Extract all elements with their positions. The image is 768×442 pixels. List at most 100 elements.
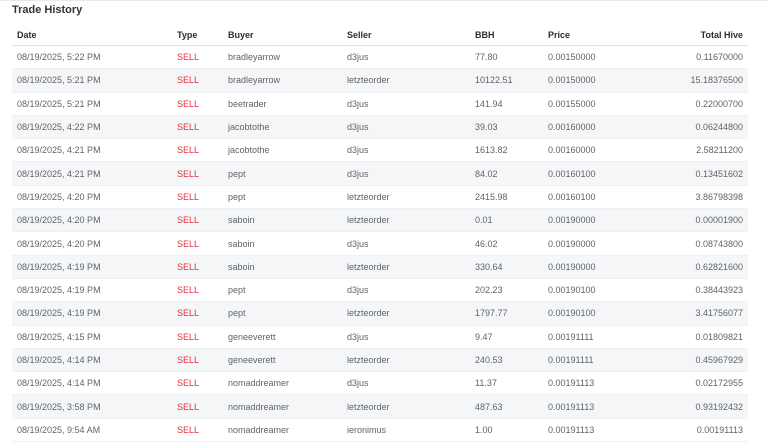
cell-buyer: saboin [223,255,342,279]
cell-date: 08/19/2025, 4:21 PM [12,138,172,163]
cell-bbh: 1613.82 [470,138,543,163]
cell-buyer: beetrader [223,92,342,116]
cell-total-hive: 0.01809821 [635,325,748,349]
table-row: 08/19/2025, 3:58 PM SELL nomaddreamer letzt… [12,394,748,419]
cell-price: 0.00190100 [543,301,635,326]
cell-seller: letzteorder [342,301,470,326]
cell-seller: d3jus [342,278,470,303]
cell-bbh: 9.47 [470,325,543,349]
cell-buyer: bradleyarrow [223,45,342,70]
cell-bbh: 141.94 [470,92,543,116]
cell-buyer: jacobtothe [223,115,342,140]
table-row: 08/19/2025, 4:21 PM SELL jacobtothe d3jus 16… [12,138,748,163]
cell-price: 0.00191113 [543,371,635,396]
cell-total-hive: 0.93192432 [635,394,748,419]
cell-bbh: 77.80 [470,45,543,70]
cell-date: 08/19/2025, 3:58 PM [12,394,172,419]
cell-total-hive: 0.06244800 [635,115,748,140]
cell-date: 08/19/2025, 4:19 PM [12,255,172,279]
table-row: 08/19/2025, 4:19 PM SELL pept d3jus 202.23 0.… [12,278,748,303]
table-row: 08/19/2025, 4:19 PM SELL saboin letzteorder… [12,255,748,279]
trade-history-table: Date Type Buyer Seller BBH Price Total H… [12,24,748,442]
header-row: Date Type Buyer Seller BBH Price Total H… [12,24,748,46]
top-divider [0,0,768,4]
column-header-type: Type [172,24,223,46]
cell-total-hive: 0.02172955 [635,371,748,396]
table-row: 08/19/2025, 5:21 PM SELL bradleyarrow letzt… [12,68,748,93]
table-row: 08/19/2025, 4:15 PM SELL geneeverett d3jus 9… [12,325,748,349]
cell-buyer: jacobtothe [223,138,342,163]
cell-price: 0.00190100 [543,278,635,303]
cell-total-hive: 0.11670000 [635,45,748,70]
cell-seller: letzteorder [342,68,470,93]
cell-date: 08/19/2025, 4:19 PM [12,301,172,326]
cell-type: SELL [172,394,223,419]
table-row: 08/19/2025, 4:20 PM SELL saboin letzteorder… [12,208,748,233]
cell-date: 08/19/2025, 4:14 PM [12,371,172,396]
cell-seller: letzteorder [342,394,470,419]
cell-total-hive: 0.62821600 [635,255,748,279]
cell-seller: letzteorder [342,348,470,373]
cell-total-hive: 15.18376500 [635,68,748,93]
table-row: 08/19/2025, 4:14 PM SELL geneeverett letzte… [12,348,748,373]
cell-seller: d3jus [342,92,470,116]
table-row: 08/19/2025, 5:22 PM SELL bradleyarrow d3jus… [12,45,748,70]
cell-type: SELL [172,301,223,326]
column-header-total-hive: Total Hive [635,24,748,46]
cell-bbh: 84.02 [470,161,543,186]
cell-total-hive: 0.08743800 [635,231,748,256]
cell-total-hive: 0.13451602 [635,161,748,186]
cell-bbh: 487.63 [470,394,543,419]
cell-seller: letzteorder [342,185,470,210]
cell-date: 08/19/2025, 4:21 PM [12,161,172,186]
cell-seller: d3jus [342,325,470,349]
cell-seller: d3jus [342,115,470,140]
cell-date: 08/19/2025, 4:19 PM [12,278,172,303]
cell-seller: letzteorder [342,255,470,279]
cell-price: 0.00191111 [543,348,635,373]
cell-price: 0.00190000 [543,231,635,256]
table-row: 08/19/2025, 4:19 PM SELL pept letzteorder 17… [12,301,748,326]
cell-price: 0.00150000 [543,68,635,93]
cell-price: 0.00190000 [543,255,635,279]
table-header: Date Type Buyer Seller BBH Price Total H… [12,24,748,46]
cell-total-hive: 3.86798398 [635,185,748,210]
column-header-bbh: BBH [470,24,543,46]
cell-total-hive: 3.41756077 [635,301,748,326]
cell-buyer: pept [223,185,342,210]
cell-bbh: 11.37 [470,371,543,396]
cell-price: 0.00160000 [543,115,635,140]
cell-type: SELL [172,115,223,140]
column-header-date: Date [12,24,172,46]
table-body: 08/19/2025, 5:22 PM SELL bradleyarrow d3jus… [12,45,748,442]
cell-bbh: 39.03 [470,115,543,140]
cell-seller: letzteorder [342,208,470,233]
cell-bbh: 2415.98 [470,185,543,210]
cell-date: 08/19/2025, 4:15 PM [12,325,172,349]
cell-price: 0.00160100 [543,161,635,186]
cell-date: 08/19/2025, 4:20 PM [12,231,172,256]
table-row: 08/19/2025, 4:21 PM SELL pept d3jus 84.02 0.0… [12,161,748,186]
cell-total-hive: 0.22000700 [635,92,748,116]
cell-buyer: geneeverett [223,325,342,349]
cell-type: SELL [172,92,223,116]
table-row: 08/19/2025, 4:14 PM SELL nomaddreamer d3jus… [12,371,748,396]
cell-price: 0.00191111 [543,325,635,349]
cell-price: 0.00190000 [543,208,635,233]
table-row: 08/19/2025, 4:20 PM SELL pept letzteorder 24… [12,185,748,210]
cell-type: SELL [172,231,223,256]
cell-total-hive: 2.58211200 [635,138,748,163]
cell-buyer: saboin [223,208,342,233]
cell-price: 0.00191113 [543,394,635,419]
cell-total-hive: 0.45967929 [635,348,748,373]
cell-bbh: 330.64 [470,255,543,279]
cell-price: 0.00155000 [543,92,635,116]
cell-buyer: geneeverett [223,348,342,373]
cell-total-hive: 0.00001900 [635,208,748,233]
column-header-seller: Seller [342,24,470,46]
cell-seller: d3jus [342,161,470,186]
cell-date: 08/19/2025, 4:22 PM [12,115,172,140]
cell-date: 08/19/2025, 5:21 PM [12,92,172,116]
cell-price: 0.00160000 [543,138,635,163]
cell-type: SELL [172,325,223,349]
